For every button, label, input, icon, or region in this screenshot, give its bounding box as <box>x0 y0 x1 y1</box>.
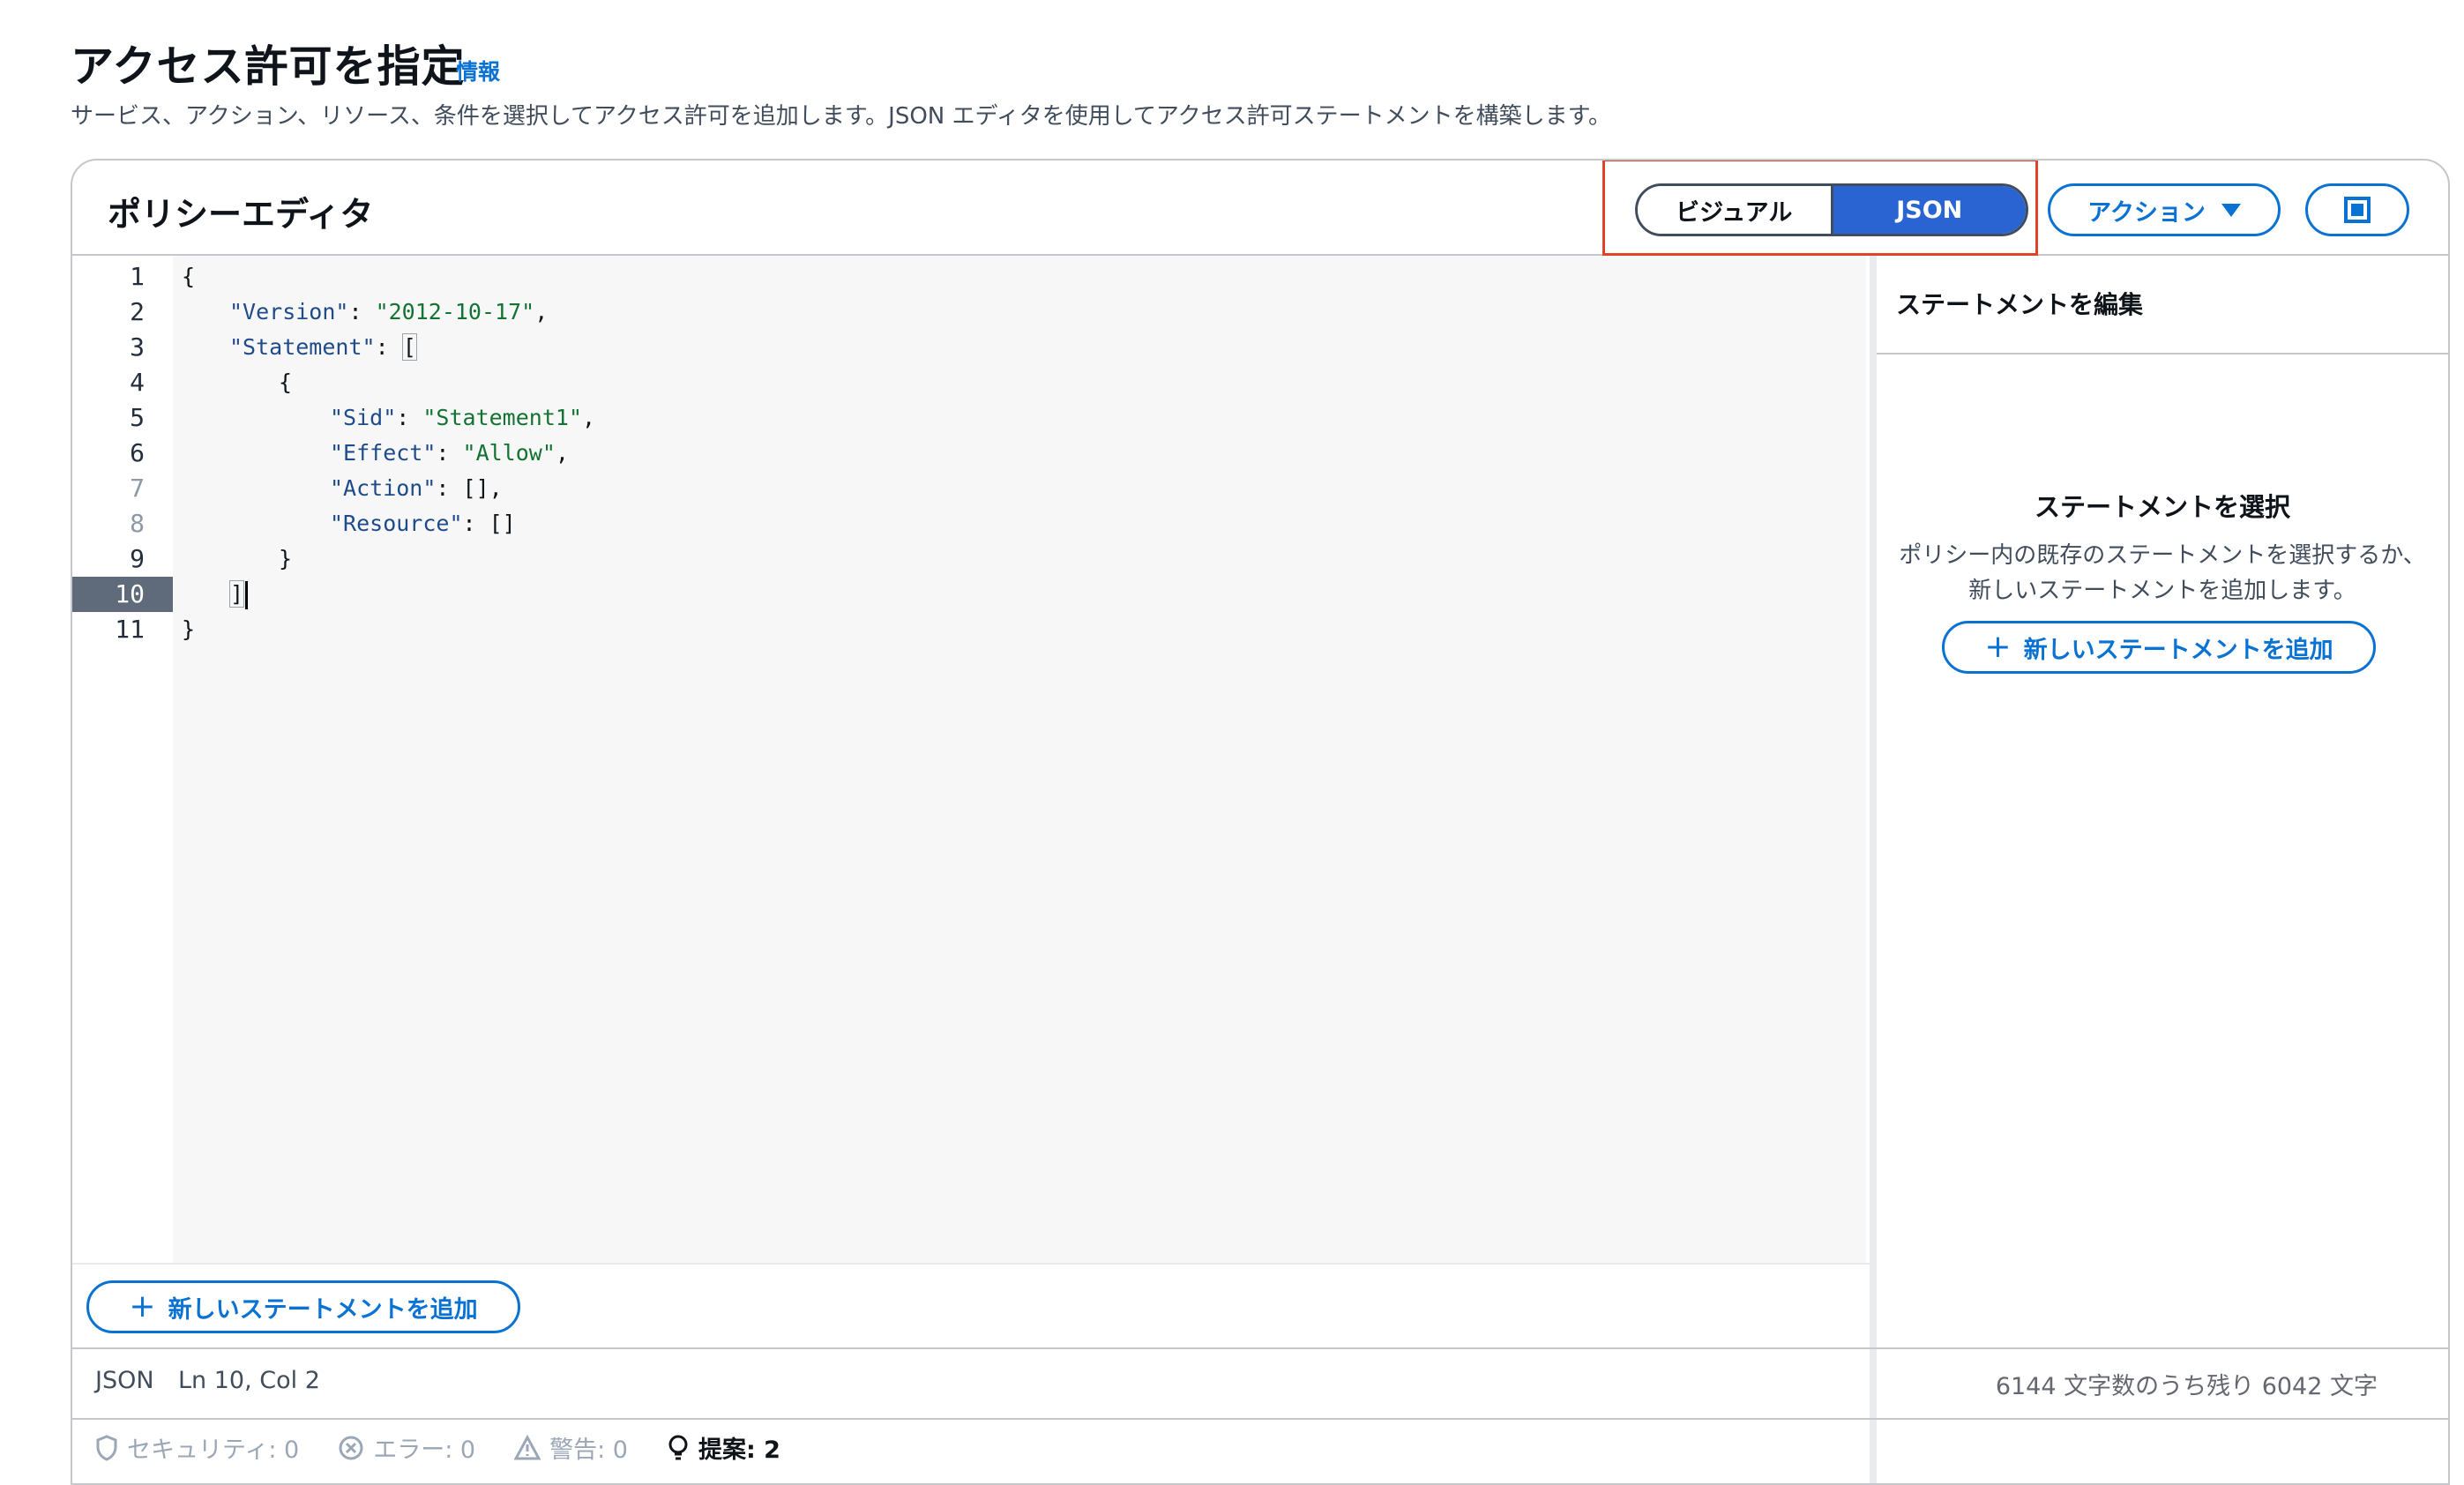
status-char-count: 6144 文字数のうち残り 6042 文字 <box>1995 1373 2378 1400</box>
caret-down-icon <box>2221 203 2241 217</box>
code-line-8: "Resource": [] <box>330 511 516 536</box>
code-line-11: } <box>182 616 196 642</box>
line-number: 3 <box>130 332 145 362</box>
code-line-10: ] <box>229 577 249 612</box>
add-statement-label: 新しいステートメントを追加 <box>168 1295 478 1324</box>
line-number-active: 10 <box>72 577 173 612</box>
text-cursor <box>245 581 249 609</box>
line-number: 5 <box>130 403 145 432</box>
actions-dropdown-button[interactable]: アクション <box>2048 183 2281 236</box>
info-link[interactable]: 情報 <box>456 55 500 86</box>
policy-editor-header: ポリシーエディタ ビジュアル JSON アクション <box>72 160 2448 256</box>
validation-suggestions-tab[interactable]: 提案: 2 <box>667 1430 780 1465</box>
code-line-6: "Effect": "Allow", <box>330 440 569 466</box>
code-line-1: { <box>182 264 196 289</box>
code-line-2: "Version": "2012-10-17", <box>229 299 549 325</box>
line-number: 8 <box>130 509 145 538</box>
status-language: JSON <box>95 1367 154 1394</box>
side-panel-title: ステートメントを編集 <box>1896 290 2144 319</box>
mode-toggle: ビジュアル JSON <box>1635 183 2028 236</box>
validation-security-tab[interactable]: セキュリティ: 0 <box>95 1430 299 1465</box>
line-number: 7 <box>130 474 145 503</box>
validation-security-label: セキュリティ: 0 <box>127 1436 300 1464</box>
lightbulb-icon <box>668 1435 688 1459</box>
plus-icon: + <box>1984 629 2012 665</box>
code-line-3: "Statement": [ <box>229 333 417 361</box>
side-add-statement-button[interactable]: + 新しいステートメントを追加 <box>1942 621 2376 674</box>
empty-state-description: ポリシー内の既存のステートメントを選択するか、新しいステートメントを追加します。 <box>1899 542 2426 604</box>
validation-warnings-label: 警告: 0 <box>549 1436 628 1464</box>
warning-icon <box>514 1434 541 1459</box>
line-number-gutter: 1 2 3 4 5 6 7 8 9 10 11 <box>72 256 173 1263</box>
add-statement-button[interactable]: + 新しいステートメントを追加 <box>86 1280 520 1333</box>
page-description: サービス、アクション、リソース、条件を選択してアクセス許可を追加します。JSON… <box>71 103 1612 130</box>
line-number: 2 <box>130 297 145 326</box>
line-number: 1 <box>130 262 145 291</box>
line-number: 9 <box>130 544 145 573</box>
validation-tabs: セキュリティ: 0 エラー: 0 警告: 0 提案: 2 <box>95 1430 780 1465</box>
code-line-9: } <box>279 546 293 571</box>
editor-bottom-bar: + 新しいステートメントを追加 <box>72 1263 1870 1349</box>
line-number: 11 <box>115 615 145 644</box>
status-cursor-position: Ln 10, Col 2 <box>178 1367 320 1394</box>
mode-json-button[interactable]: JSON <box>1833 186 2026 234</box>
statement-side-panel: ステートメントを編集 ステートメントを選択 ポリシー内の既存のステートメントを選… <box>1877 256 2448 1483</box>
fullscreen-button[interactable] <box>2305 183 2409 236</box>
error-icon <box>339 1436 363 1459</box>
fullscreen-icon <box>2344 197 2371 223</box>
validation-warnings-tab[interactable]: 警告: 0 <box>514 1430 628 1465</box>
code-line-7: "Action": [], <box>330 475 503 501</box>
shield-icon <box>96 1434 117 1461</box>
policy-editor-panel: ポリシーエディタ ビジュアル JSON アクション 1 2 3 4 5 6 7 … <box>71 159 2450 1485</box>
actions-label: アクション <box>2087 198 2206 227</box>
empty-state-title: ステートメントを選択 <box>2034 492 2290 522</box>
validation-suggestions-label: 提案: 2 <box>698 1436 780 1464</box>
editor-status-bar: JSON Ln 10, Col 2 6144 文字数のうち残り 6042 文字 <box>72 1347 2448 1420</box>
mode-visual-button[interactable]: ビジュアル <box>1638 186 1833 234</box>
side-add-statement-label: 新しいステートメントを追加 <box>2023 636 2333 664</box>
policy-editor-title: ポリシーエディタ <box>108 195 374 234</box>
validation-errors-tab[interactable]: エラー: 0 <box>338 1430 475 1465</box>
side-panel-header: ステートメントを編集 <box>1877 256 2448 354</box>
panel-resize-handle[interactable] <box>1870 256 1877 1483</box>
code-line-4: { <box>279 369 293 395</box>
line-number: 4 <box>130 368 145 397</box>
plus-icon: + <box>129 1288 156 1325</box>
page-title: アクセス許可を指定 <box>71 41 466 92</box>
line-number: 6 <box>130 438 145 467</box>
validation-errors-label: エラー: 0 <box>373 1436 476 1464</box>
code-line-5: "Sid": "Statement1", <box>330 405 596 430</box>
